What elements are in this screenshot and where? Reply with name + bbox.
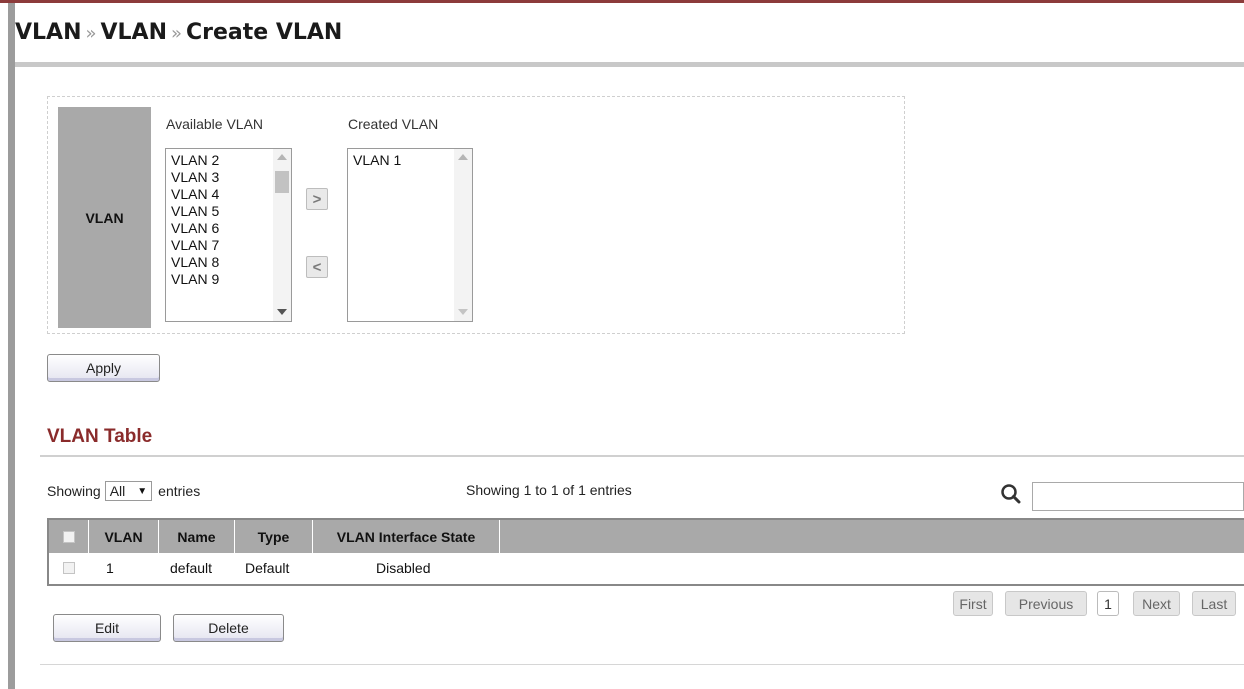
vlan-form: VLAN Available VLAN Created VLAN VLAN 2V… [47,96,905,334]
vlan-table: VLAN Name Type VLAN Interface State 1 de… [47,518,1244,586]
select-all-checkbox[interactable] [62,530,75,543]
bottom-divider [40,664,1244,665]
add-vlan-button[interactable]: > [306,188,328,210]
row-select-cell [63,557,75,579]
breadcrumb-item: VLAN [15,20,82,45]
scroll-up-icon[interactable] [277,154,287,160]
table-info: Showing 1 to 1 of 1 entries [466,482,632,498]
vlan-list-option[interactable]: VLAN 4 [171,186,219,203]
vlan-table-title: VLAN Table [47,426,153,447]
showing-suffix: entries [158,483,201,499]
entries-select[interactable]: All ▼ [104,481,153,501]
delete-button[interactable]: Delete [173,614,284,642]
breadcrumb-item: VLAN [100,20,167,45]
page-title: Create VLAN [186,20,343,45]
scroll-thumb[interactable] [275,171,289,193]
available-vlan-items: VLAN 2 VLAN 3 VLAN 4 VLAN 5 VLAN 6 VLAN 7 VLAN… [171,152,219,288]
vlan-list-option[interactable]: VLAN 8 [171,254,219,271]
breadcrumb-separator: » [85,23,97,44]
created-vlan-title: Created VLAN [348,116,439,132]
chevron-down-icon: ▼ [137,485,148,497]
scroll-down-icon[interactable] [277,309,287,315]
vlan-list-option[interactable]: VLAN 9 [171,271,219,288]
entries-select-value: All [109,483,126,499]
row-vlan-cell: 1 [106,560,114,576]
apply-button[interactable]: Apply [47,354,160,382]
column-header-interface-state[interactable]: VLAN Interface State [313,520,500,553]
pager-first-button[interactable]: First [953,591,993,616]
remove-vlan-button[interactable]: < [306,256,328,278]
column-header-name[interactable]: Name [159,520,235,553]
top-accent-line [0,0,1244,3]
vlan-field-label: VLAN [58,107,151,328]
row-checkbox[interactable] [63,562,75,574]
vlan-list-option[interactable]: VLAN 2 [171,152,219,169]
created-vlan-items: VLAN 1 [353,152,401,169]
vlan-list-option[interactable]: VLAN 1 [353,152,401,169]
scroll-up-icon[interactable] [458,154,468,160]
showing-prefix: Showing [47,483,101,499]
edit-button[interactable]: Edit [53,614,161,642]
header-divider [15,62,1244,67]
row-name-cell: default [170,560,213,576]
row-state-cell: Disabled [376,560,431,576]
vlan-list-option[interactable]: VLAN 7 [171,237,219,254]
breadcrumb-separator: » [170,23,182,44]
search-icon [1001,484,1021,504]
available-vlan-list[interactable]: VLAN 2 VLAN 3 VLAN 4 VLAN 5 VLAN 6 VLAN 7 VLAN… [165,148,292,322]
table-header: VLAN Name Type VLAN Interface State [49,520,1244,553]
left-edge-bar [8,3,15,689]
entries-length-control: Showing All ▼ entries [47,481,200,501]
select-all-cell [49,520,89,553]
column-header-vlan[interactable]: VLAN [89,520,159,553]
vlan-list-option[interactable]: VLAN 3 [171,169,219,186]
pager-last-button[interactable]: Last [1192,591,1236,616]
search-input[interactable] [1032,482,1244,511]
created-vlan-scrollbar[interactable] [454,149,472,321]
vlan-list-option[interactable]: VLAN 5 [171,203,219,220]
pager-page-button[interactable]: 1 [1097,591,1119,616]
breadcrumb: VLAN» VLAN» Create VLAN [15,20,342,45]
pager-previous-button[interactable]: Previous [1005,591,1087,616]
pager-next-button[interactable]: Next [1133,591,1180,616]
available-vlan-scrollbar[interactable] [273,149,291,321]
available-vlan-title: Available VLAN [166,116,264,132]
section-divider [40,455,1244,457]
column-header-type[interactable]: Type [235,520,313,553]
vlan-list-option[interactable]: VLAN 6 [171,220,219,237]
scroll-down-icon[interactable] [458,309,468,315]
created-vlan-list[interactable]: VLAN 1 [347,148,473,322]
row-type-cell: Default [245,560,290,576]
